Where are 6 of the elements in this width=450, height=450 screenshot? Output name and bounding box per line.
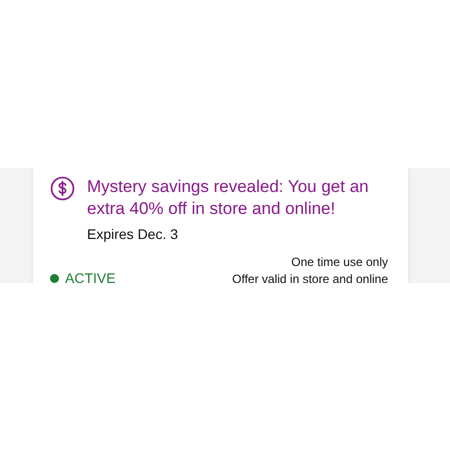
offer-term: Offer valid in store and online [232, 272, 388, 283]
dollar-icon [50, 176, 75, 201]
status-label: ACTIVE [65, 270, 116, 283]
expiry-date: Expires Dec. 3 [87, 226, 180, 242]
offer-title: Mystery savings revealed: You get an extra 40% off in store and online! [87, 176, 370, 220]
offer-term: One time use only [291, 255, 388, 269]
